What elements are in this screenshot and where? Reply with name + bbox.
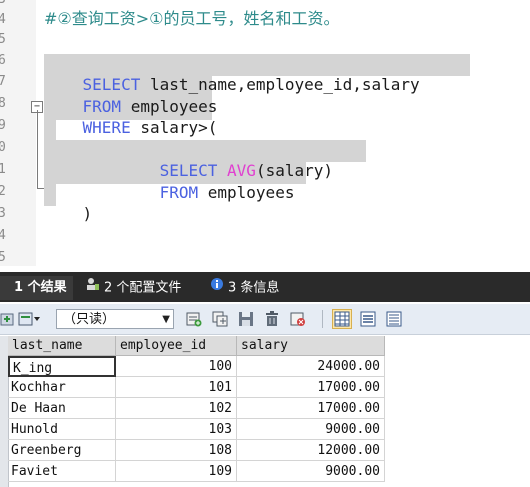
tab-messages[interactable]: 3 条信息: [210, 276, 279, 300]
result-toolbar: （只读） ▼: [0, 304, 530, 335]
code-line-select: SELECT last_name,employee_id,salary: [44, 55, 420, 94]
line-number: 5: [0, 32, 6, 47]
cell-salary[interactable]: 17000.00: [237, 398, 385, 419]
line-number: 1: [0, 162, 6, 177]
sql-text: employees: [198, 183, 295, 202]
code-line-where: WHERE salary>(: [44, 98, 218, 137]
export-icon[interactable]: [0, 311, 16, 327]
edit-mode-value: （只读）: [63, 312, 116, 327]
tab-results-label: 1 个结果: [14, 280, 67, 295]
cell-employee-id[interactable]: 108: [116, 440, 237, 461]
cell-last-name[interactable]: Faviet: [8, 461, 116, 482]
line-number: 6: [0, 53, 6, 68]
line-number: 7: [0, 74, 6, 89]
result-grid[interactable]: last_name employee_id salary K_ing 100 2…: [0, 336, 530, 487]
cell-employee-id[interactable]: 102: [116, 398, 237, 419]
cell-last-name[interactable]: Hunold: [8, 419, 116, 440]
sql-text: salary>(: [130, 118, 218, 137]
line-number: 3: [0, 0, 8, 7]
toolbar-divider: [322, 310, 323, 328]
fold-guide: [37, 110, 38, 188]
code-line-from: FROM employees: [44, 77, 218, 116]
cell-salary[interactable]: 9000.00: [237, 419, 385, 440]
line-number: 3: [0, 206, 6, 221]
text-view-button[interactable]: [384, 309, 404, 329]
fold-guide-end: [37, 188, 44, 189]
column-header-employee-id[interactable]: employee_id: [116, 336, 237, 356]
result-tab-bar: 1 个结果 2 个配置文件 3 条信息: [0, 272, 530, 302]
grid-view-button[interactable]: [332, 309, 352, 329]
cell-employee-id[interactable]: 101: [116, 377, 237, 398]
cell-last-name[interactable]: Greenberg: [8, 440, 116, 461]
sql-keyword: WHERE: [82, 118, 131, 137]
cell-salary[interactable]: 24000.00: [237, 356, 385, 377]
sql-comment: #②查询工资>①的员工号，姓名和工资。: [44, 9, 340, 28]
code-line-subquery-from: FROM employees: [44, 163, 295, 202]
cell-last-name[interactable]: De Haan: [8, 398, 116, 419]
line-number: 8: [0, 96, 6, 111]
tab-profiles[interactable]: 2 个配置文件: [86, 276, 181, 300]
line-number: 5: [0, 250, 6, 265]
insert-row-icon[interactable]: [186, 311, 202, 327]
cell-last-name[interactable]: K_ing: [8, 356, 116, 377]
code-line-close-paren: ): [44, 184, 93, 223]
sql-keyword: FROM: [82, 183, 199, 202]
cell-last-name[interactable]: Kochhar: [8, 377, 116, 398]
chevron-down-icon: ▼: [162, 314, 170, 325]
line-number: 4: [0, 12, 6, 27]
export-menu-button[interactable]: [18, 311, 40, 327]
duplicate-row-icon[interactable]: [212, 311, 228, 327]
tab-results[interactable]: 1 个结果: [0, 276, 73, 300]
form-view-button[interactable]: [358, 309, 378, 329]
cancel-changes-icon[interactable]: [290, 311, 306, 327]
cell-employee-id[interactable]: 103: [116, 419, 237, 440]
column-header-last-name[interactable]: last_name: [8, 336, 116, 356]
line-number: 9: [0, 118, 6, 133]
delete-row-icon[interactable]: [264, 311, 280, 327]
line-number: 2: [0, 184, 6, 199]
sql-editor[interactable]: 3 4 5 6 7 8 9 0 1 2 3 4 5 − #②查询工资>①的员工号…: [0, 0, 530, 266]
sql-text: ): [82, 204, 93, 223]
column-header-salary[interactable]: salary: [237, 336, 385, 356]
code-line-subquery-select: SELECT AVG(salary): [44, 141, 333, 180]
line-number: 0: [0, 140, 6, 155]
cell-salary[interactable]: 12000.00: [237, 440, 385, 461]
line-number: 4: [0, 228, 6, 243]
cell-employee-id[interactable]: 109: [116, 461, 237, 482]
cell-employee-id[interactable]: 100: [116, 356, 237, 377]
tab-profiles-label: 2 个配置文件: [104, 280, 182, 296]
edit-mode-select[interactable]: （只读） ▼: [56, 309, 174, 329]
cell-salary[interactable]: 17000.00: [237, 377, 385, 398]
info-icon: [210, 276, 224, 300]
line-number-gutter: 3 4 5 6 7 8 9 0 1 2 3 4 5: [0, 0, 36, 266]
profile-icon: [86, 276, 100, 300]
tab-messages-label: 3 条信息: [228, 280, 280, 296]
cell-salary[interactable]: 9000.00: [237, 461, 385, 482]
save-icon[interactable]: [238, 311, 254, 327]
